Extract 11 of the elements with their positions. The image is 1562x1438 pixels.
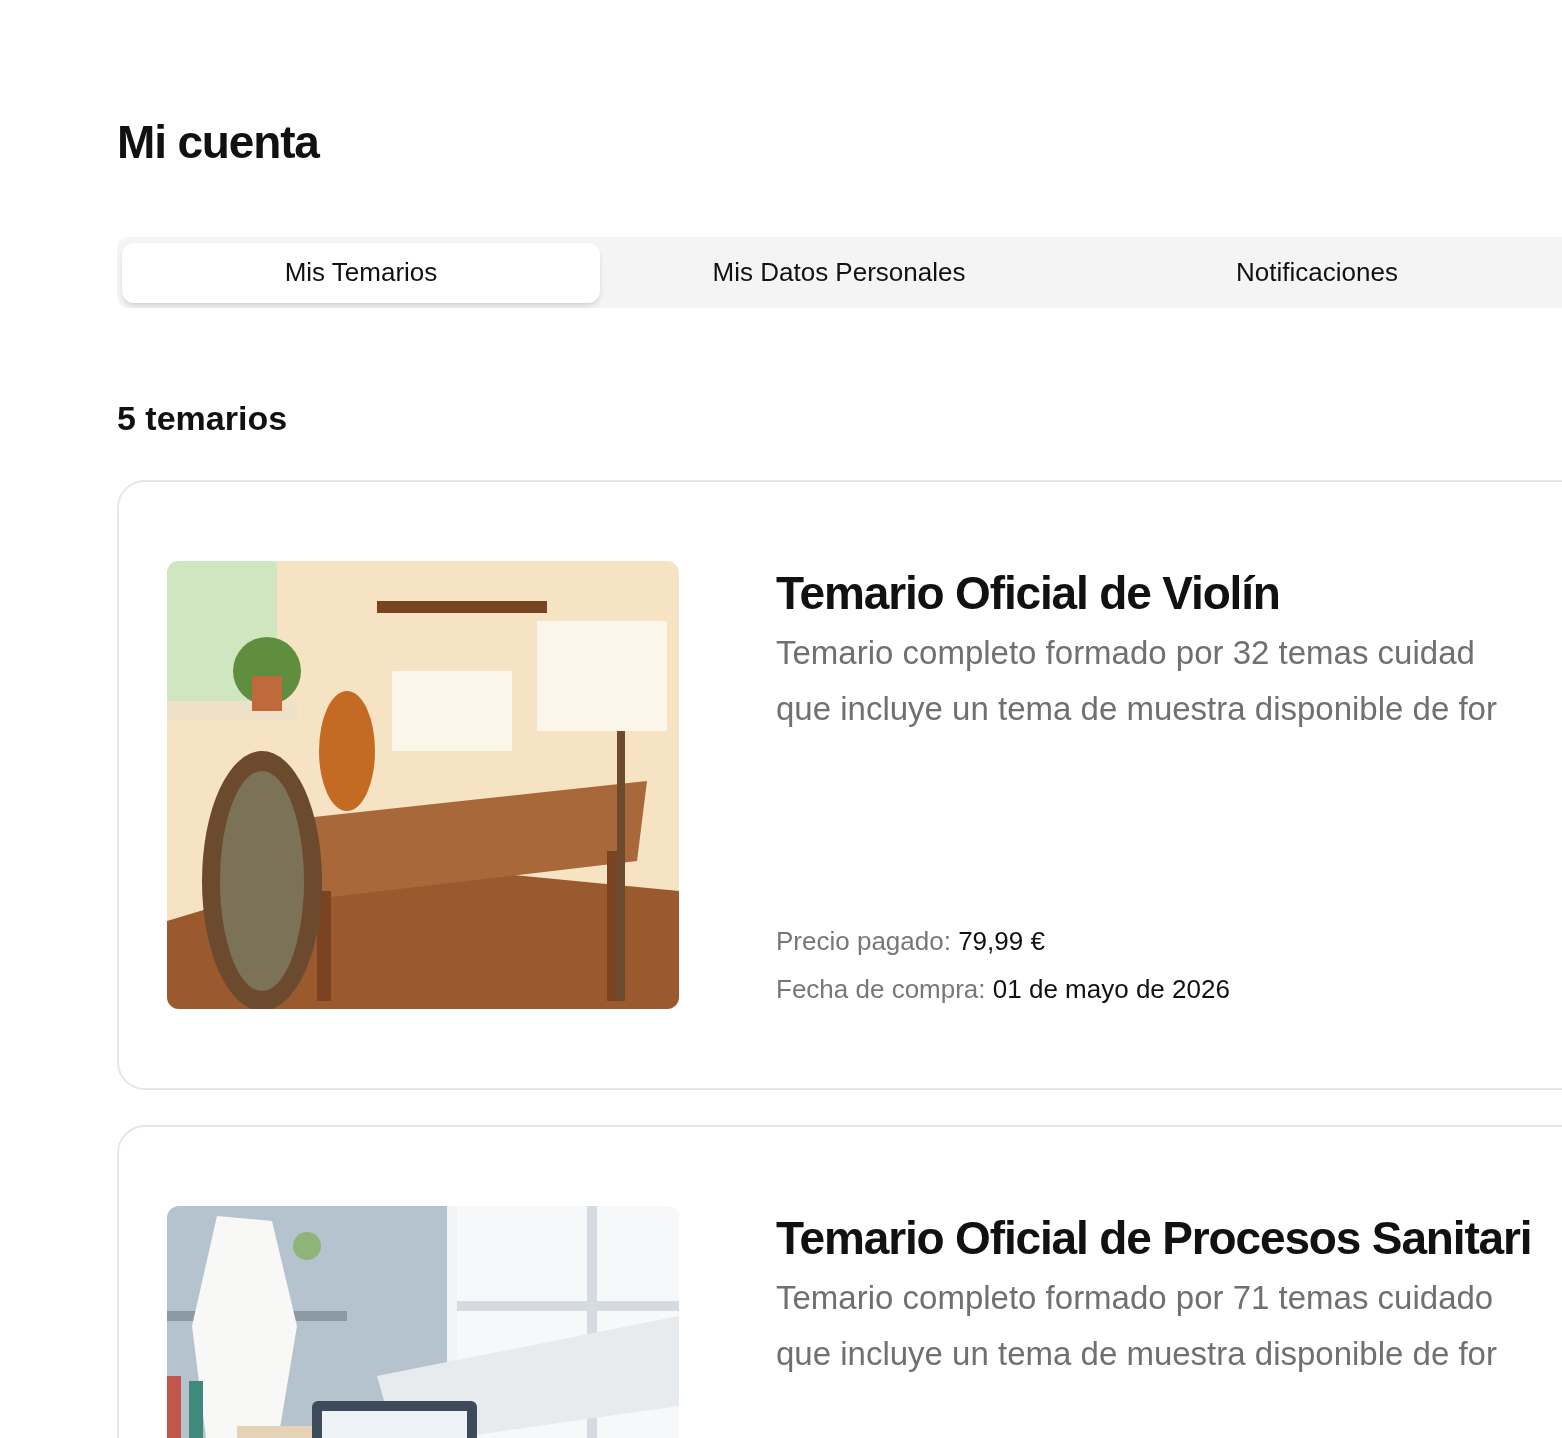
course-description: Temario completo formado por 71 temas cuidado que incluye un tema de muestra disponible de for [776, 1278, 1498, 1374]
tab[interactable]: Mis Temarios [122, 242, 600, 303]
price-paid: Precio pagado: 79,99 € [776, 925, 1046, 958]
page-title: Mi cuenta [117, 115, 321, 170]
course-title: Temario Oficial de Violín [776, 566, 1281, 621]
tab[interactable]: Notificaciones [1078, 242, 1556, 303]
course-description: Temario completo formado por 32 temas cuidad que incluye un tema de muestra disponible de for [776, 633, 1498, 729]
purchase-date: Fecha de compra: 01 de mayo de 2026 [776, 973, 1231, 1006]
course-title: Temario Oficial de Procesos Sanitari [776, 1211, 1533, 1266]
tab[interactable]: Mis Datos Personales [600, 242, 1078, 303]
course-count: 5 temarios [117, 398, 289, 439]
